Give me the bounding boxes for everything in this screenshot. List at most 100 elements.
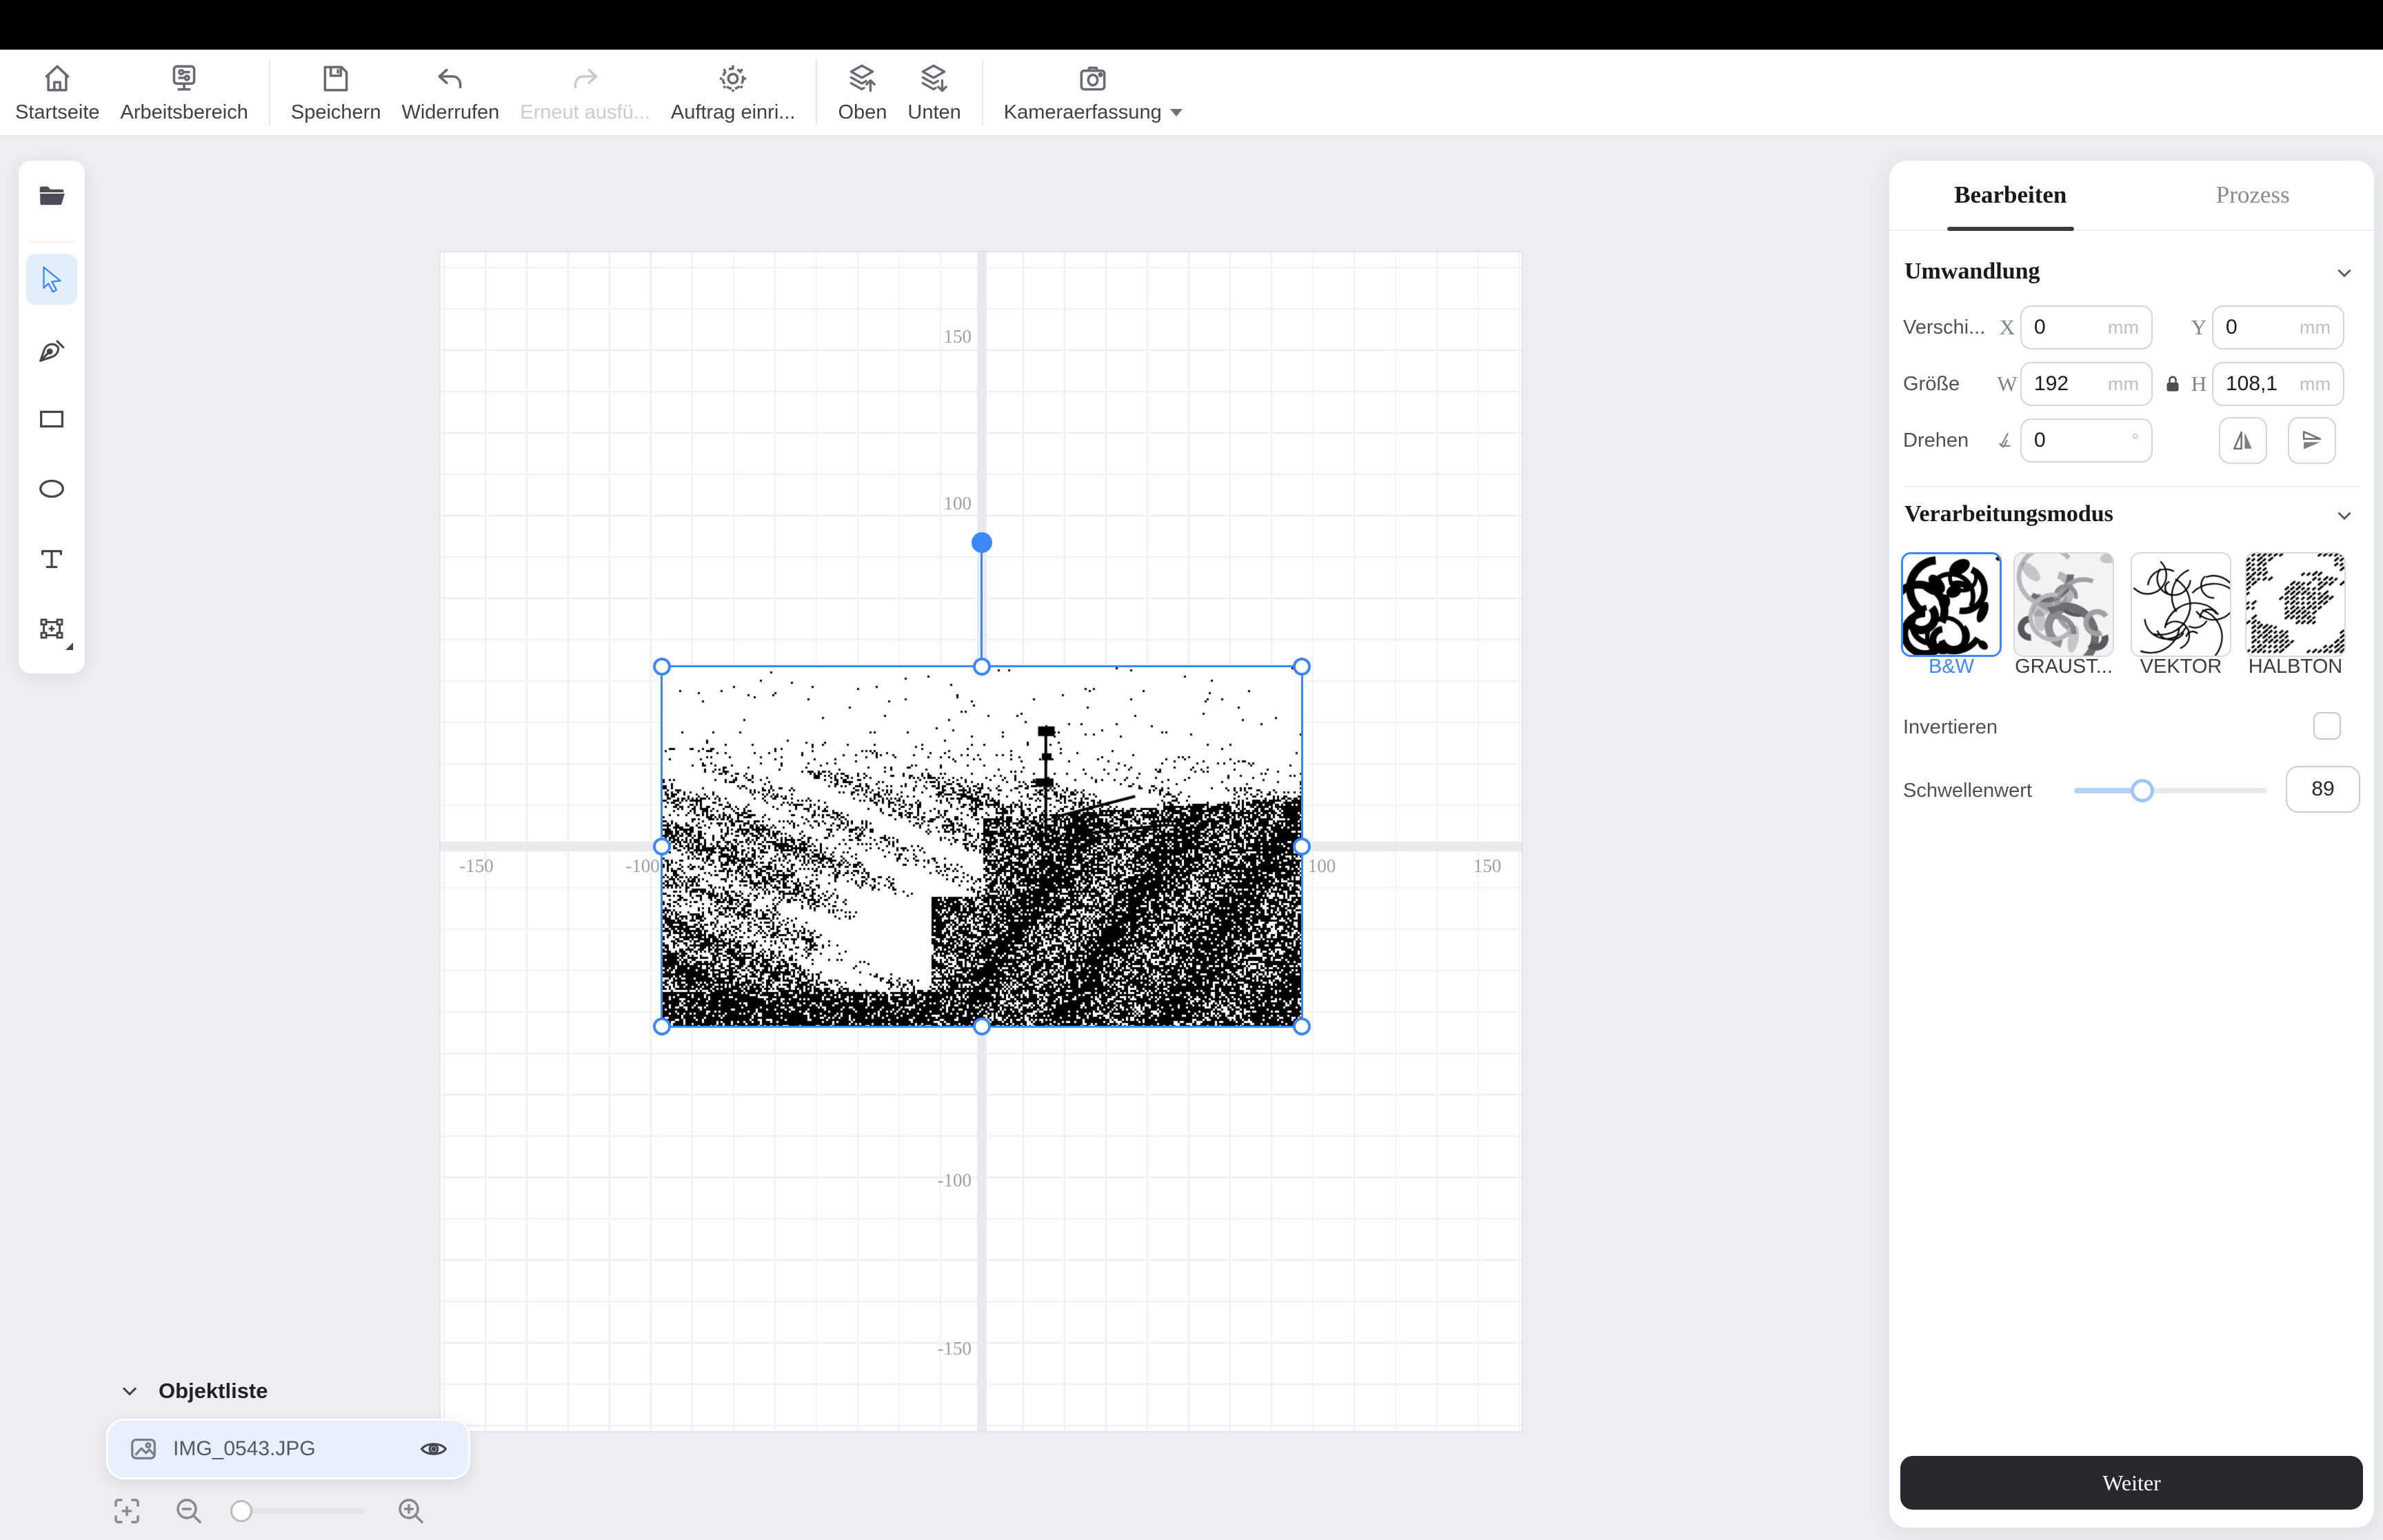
h-unit: mm <box>2300 373 2331 394</box>
flip-horizontal-icon <box>2233 431 2252 450</box>
zoom-in-icon[interactable] <box>394 1495 428 1528</box>
ruler-label-x: -150 <box>459 855 494 876</box>
angle-icon <box>1994 418 2020 463</box>
mode-label-graustufen[interactable]: GRAUST... <box>2002 656 2126 678</box>
ruler-label-y: 100 <box>943 493 972 514</box>
gear-icon <box>720 65 747 92</box>
flip-horizontal-button[interactable] <box>2219 417 2267 464</box>
aspect-lock-button[interactable] <box>2160 362 2186 406</box>
redo-icon <box>574 68 598 88</box>
threshold-slider-handle[interactable] <box>2131 779 2154 802</box>
rectangle-icon <box>40 410 63 428</box>
invert-checkbox[interactable] <box>2313 712 2341 740</box>
object-list-header[interactable]: Objektliste <box>117 1379 268 1404</box>
mode-label-vektor[interactable]: VEKTOR <box>2119 656 2243 678</box>
tool-ellipse[interactable] <box>26 464 77 514</box>
tool-pen[interactable] <box>26 324 77 374</box>
image-icon <box>131 1438 156 1460</box>
object-list-item[interactable]: IMG_0543.JPG <box>106 1419 470 1479</box>
toolbar-label: Widerrufen <box>401 101 500 123</box>
x-letter: X <box>1999 315 2015 339</box>
toolbar-label: Startseite <box>15 101 100 123</box>
layers-down-icon <box>921 64 947 92</box>
tool-import-file[interactable] <box>26 170 77 221</box>
resize-handle-top-left[interactable] <box>653 658 671 676</box>
mode-label-bw[interactable]: B&W <box>1889 656 2013 678</box>
ruler-label-y: -100 <box>937 1170 972 1191</box>
resize-handle-middle-right[interactable] <box>1293 838 1311 855</box>
tab-label: Prozess <box>2215 181 2290 208</box>
rotation-handle[interactable] <box>972 532 992 553</box>
mode-option-halbton[interactable] <box>2245 552 2346 657</box>
resize-handle-bottom-left[interactable] <box>653 1017 671 1035</box>
canvas-zoom-slider-handle[interactable] <box>230 1500 252 1522</box>
size-row: Größe W 192 mm H 108,1 mm <box>1903 362 2360 406</box>
width-field[interactable]: 192 mm <box>2020 362 2153 406</box>
toolbar-unten-button[interactable]: Unten <box>907 61 961 124</box>
main-toolbar: Startseite Arbeitsbereich Speichern Wide… <box>0 50 2383 136</box>
home-icon <box>45 65 70 91</box>
chevron-down-icon <box>122 1387 137 1396</box>
rotation-field[interactable]: 0 ° <box>2020 418 2153 463</box>
toolbar-label: Speichern <box>290 101 381 123</box>
resize-handle-top-right[interactable] <box>1293 658 1311 676</box>
mode-option-graustufen[interactable] <box>2013 552 2114 657</box>
height-field[interactable]: 108,1 mm <box>2212 362 2344 406</box>
toolbar-widerrufen-button[interactable]: Widerrufen <box>401 61 499 124</box>
section-title-umwandlung: Umwandlung <box>1904 259 2040 284</box>
y-letter: Y <box>2191 315 2207 339</box>
tab-prozess[interactable]: Prozess <box>2132 161 2375 230</box>
tool-divider <box>29 241 74 243</box>
canvas-workarea[interactable]: 150 100 -100 -150 -150 -100 100 150 <box>439 251 1523 1432</box>
x-unit: mm <box>2108 316 2139 338</box>
toolbar-speichern-button[interactable]: Speichern <box>291 61 381 124</box>
section-divider <box>1904 486 2359 487</box>
resize-handle-top-middle[interactable] <box>973 658 991 676</box>
tool-select[interactable] <box>26 254 77 305</box>
toolbar-arbeitsbereich-button[interactable]: Arbeitsbereich <box>121 61 248 124</box>
w-unit: mm <box>2108 373 2139 394</box>
resize-handle-bottom-right[interactable] <box>1293 1017 1311 1035</box>
toolbar-label: Erneut ausfü... <box>520 101 650 123</box>
x-value: 0 <box>2034 316 2046 338</box>
folder-icon <box>39 186 65 205</box>
resize-handle-middle-left[interactable] <box>653 838 671 855</box>
threshold-slider[interactable] <box>2074 779 2267 802</box>
ruler-label-y: 150 <box>943 326 972 347</box>
rotate-value: 0 <box>2034 429 2046 452</box>
collapse-chevron-icon[interactable] <box>2333 261 2356 285</box>
toolbar-erneut-ausfuehren-button[interactable]: Erneut ausfü... <box>520 61 650 124</box>
toolbar-label: Auftrag einri... <box>670 101 796 123</box>
toolbar-label: Oben <box>838 101 887 123</box>
canvas-zoom-slider[interactable] <box>230 1500 365 1522</box>
toolbar-startseite-button[interactable]: Startseite <box>15 61 100 124</box>
zoom-out-icon[interactable] <box>172 1495 205 1528</box>
properties-panel: Bearbeiten Prozess Umwandlung Verschi...… <box>1889 161 2374 1528</box>
tool-text[interactable] <box>26 534 77 584</box>
size-label: Größe <box>1903 373 1960 395</box>
mode-label-halbton[interactable]: HALBTON <box>2233 656 2357 678</box>
mode-option-bw[interactable] <box>1901 552 2002 657</box>
weiter-button[interactable]: Weiter <box>1900 1456 2363 1510</box>
invert-row: Invertieren <box>1903 712 2360 742</box>
rotate-unit: ° <box>2131 429 2139 451</box>
visibility-eye-icon[interactable] <box>419 1434 449 1464</box>
x-position-field[interactable]: 0 mm <box>2020 305 2153 349</box>
tool-capture-frame[interactable] <box>26 604 77 654</box>
invert-label: Invertieren <box>1903 716 1998 738</box>
tool-rectangle[interactable] <box>26 394 77 444</box>
selected-image[interactable] <box>653 532 1311 1035</box>
resize-handle-bottom-middle[interactable] <box>973 1017 991 1035</box>
tab-bearbeiten[interactable]: Bearbeiten <box>1889 161 2132 231</box>
collapse-chevron-icon[interactable] <box>2333 504 2356 527</box>
toolbar-auftrag-einrichten-button[interactable]: Auftrag einri... <box>670 61 796 124</box>
y-position-field[interactable]: 0 mm <box>2212 305 2344 349</box>
more-options-triangle-icon <box>66 642 73 651</box>
toolbar-kameraerfassung-button[interactable]: Kameraerfassung <box>1004 61 1183 124</box>
flip-vertical-button[interactable] <box>2288 417 2336 464</box>
mode-option-vektor[interactable] <box>2131 552 2231 657</box>
system-menubar <box>0 0 2383 50</box>
fit-to-screen-icon[interactable] <box>110 1495 143 1528</box>
threshold-value-field[interactable]: 89 <box>2286 766 2360 813</box>
toolbar-oben-button[interactable]: Oben <box>838 61 887 124</box>
